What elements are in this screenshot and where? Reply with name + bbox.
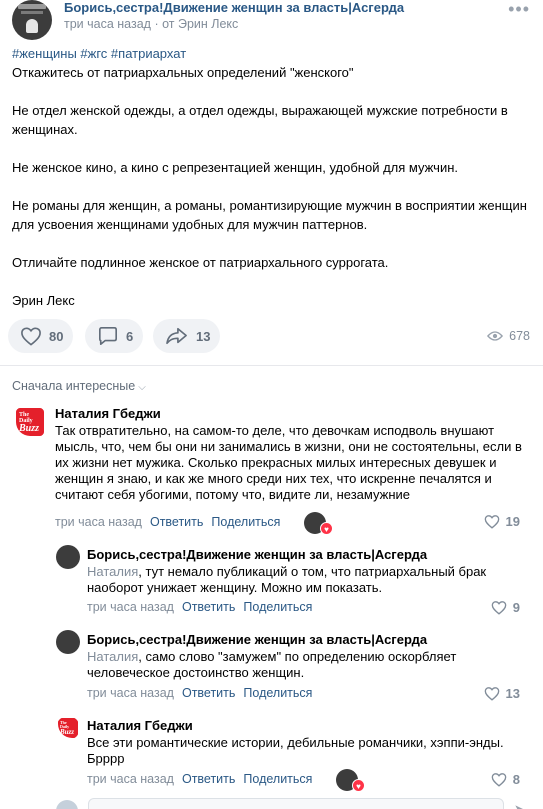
reply-link[interactable]: Ответить [182, 600, 235, 614]
share-link[interactable]: Поделиться [243, 686, 312, 700]
share-link[interactable]: Поделиться [243, 600, 312, 614]
comment-text: Наталия, тут немало публикаций о том, чт… [87, 564, 487, 595]
heart-icon [491, 601, 507, 615]
comment-meta: три часа назад Ответить Поделиться [87, 772, 312, 786]
commenter-avatar[interactable]: The Daily Buzz [56, 716, 80, 740]
comment: The Daily Buzz Наталия Гбеджи Так отвратит… [12, 404, 532, 535]
post-line: Откажитесь от патриархальных определений… [12, 65, 354, 80]
commenter-name[interactable]: Наталия Гбеджи [87, 718, 193, 733]
comment-text: Так отвратительно, на самом-то деле, что… [55, 423, 522, 502]
comment-meta: три часа назад Ответить Поделиться [87, 686, 312, 700]
reply-link[interactable]: Ответить [150, 515, 203, 529]
comment-time[interactable]: три часа назад [87, 686, 174, 700]
comment-like-count: 9 [512, 600, 520, 615]
eye-icon [487, 331, 504, 341]
share-button[interactable]: 13 [153, 319, 221, 353]
heart-icon [491, 773, 507, 787]
heart-icon [21, 327, 41, 346]
comments-sort-dropdown[interactable]: Сначала интересные ⌵ [12, 379, 146, 393]
comment-text: Все эти романтические истории, дебильные… [87, 735, 504, 766]
reply-to-link[interactable]: Наталия [87, 649, 138, 664]
post-line: Отличайте подлинное женское от патриарха… [12, 255, 389, 270]
group-avatar[interactable] [12, 0, 52, 40]
share-icon [166, 327, 187, 345]
comment-meta: три часа назад Ответить Поделиться [55, 515, 280, 529]
share-count: 13 [196, 328, 211, 344]
post-line: Не женское кино, а кино с репрезентацией… [12, 160, 458, 175]
post-actions: 80 6 13 678 [8, 319, 532, 353]
post-author[interactable]: Эрин Лекс [178, 17, 238, 31]
liker-avatar[interactable]: ♥ [336, 769, 365, 792]
reply-to-link[interactable]: Наталия [87, 564, 138, 579]
daily-buzz-logo: The Daily Buzz [16, 408, 44, 436]
commenter-name[interactable]: Борись,сестра!Движение женщин за власть|… [87, 547, 427, 562]
comment-input[interactable] [88, 798, 504, 809]
comment-like-count: 13 [505, 686, 520, 701]
commenter-avatar[interactable]: The Daily Buzz [12, 404, 48, 440]
heart-icon [484, 687, 499, 701]
comment-icon [99, 327, 117, 345]
heart-icon: ♥ [320, 522, 333, 535]
commenter-name[interactable]: Наталия Гбеджи [55, 406, 161, 421]
comment-like-button[interactable]: 8 [491, 772, 520, 787]
commenter-name[interactable]: Борись,сестра!Движение женщин за власть|… [87, 632, 427, 647]
reply-link[interactable]: Ответить [182, 686, 235, 700]
comment-like-button[interactable]: 9 [491, 600, 520, 615]
comment-meta: три часа назад Ответить Поделиться [87, 600, 312, 614]
comment-reply: Борись,сестра!Движение женщин за власть|… [56, 545, 532, 623]
heart-icon [484, 515, 499, 529]
comment-like-count: 8 [512, 772, 520, 787]
post-meta: три часа назад · от Эрин Лекс [64, 17, 238, 31]
post-body: #женщины #жгс #патриархат Откажитесь от … [12, 44, 532, 310]
share-link[interactable]: Поделиться [211, 515, 280, 529]
comment-time[interactable]: три часа назад [55, 515, 142, 529]
post-time[interactable]: три часа назад [64, 17, 151, 31]
share-link[interactable]: Поделиться [243, 772, 312, 786]
comment-like-button[interactable]: 13 [484, 686, 520, 701]
comment-text: Наталия, само слово "замужем" по определ… [87, 649, 457, 680]
current-user-avatar [56, 800, 78, 809]
like-count: 80 [49, 328, 64, 344]
post-line: Не отдел женской одежды, а отдел одежды,… [12, 103, 508, 137]
comment-count: 6 [126, 328, 134, 344]
views-count: 678 [509, 329, 530, 343]
more-options-icon[interactable]: ••• [508, 0, 530, 18]
post-header: Борись,сестра!Движение женщин за власть|… [12, 0, 532, 40]
comment-time[interactable]: три часа назад [87, 772, 174, 786]
liker-avatar[interactable]: ♥ [304, 512, 333, 535]
comment-like-button[interactable]: 19 [484, 514, 520, 529]
post-signature: Эрин Лекс [12, 293, 75, 308]
commenter-avatar[interactable] [56, 545, 80, 569]
post-line: Не романы для женщин, а романы, романтиз… [12, 198, 527, 232]
comment-time[interactable]: три часа назад [87, 600, 174, 614]
post-by-prefix: · от [154, 17, 175, 31]
group-name-link[interactable]: Борись,сестра!Движение женщин за власть|… [64, 0, 404, 15]
post-hashtags[interactable]: #женщины #жгс #патриархат [12, 44, 532, 63]
reply-link[interactable]: Ответить [182, 772, 235, 786]
daily-buzz-logo: The Daily Buzz [58, 718, 78, 738]
views-counter: 678 [487, 329, 530, 343]
chevron-down-icon: ⌵ [138, 382, 146, 393]
heart-icon: ♥ [352, 779, 365, 792]
comment-reply: Борись,сестра!Движение женщин за власть|… [56, 630, 532, 708]
comment-like-count: 19 [505, 514, 520, 529]
comment-input-row: ➤ [56, 798, 536, 809]
send-icon[interactable]: ➤ [514, 802, 528, 809]
divider [0, 365, 543, 366]
commenter-avatar[interactable] [56, 630, 80, 654]
comment-reply: The Daily Buzz Наталия Гбеджи Все эти рома… [56, 716, 532, 794]
comment-button[interactable]: 6 [85, 319, 144, 353]
sort-label: Сначала интересные [12, 379, 136, 393]
like-button[interactable]: 80 [8, 319, 74, 353]
